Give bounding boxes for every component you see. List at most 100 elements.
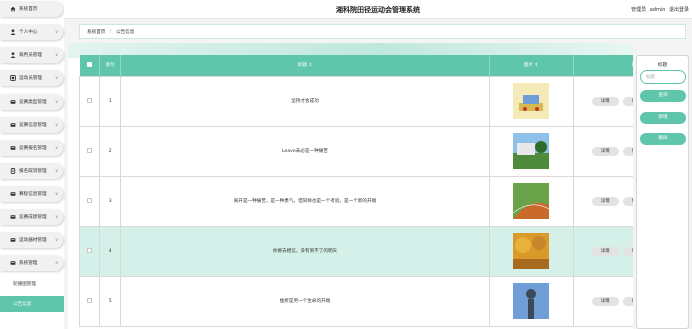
edit-button[interactable]: 修改 xyxy=(622,96,633,106)
breadcrumb-separator: ⋮ xyxy=(108,29,113,34)
column-header-title[interactable]: 标题 ⇕ xyxy=(120,55,490,76)
row-title: 离开是一种痛苦，是一种勇气，但同样也是一个考验，是一个新的开端 xyxy=(120,175,490,227)
sidebar-item-personal[interactable]: 个人中心 ∨ xyxy=(0,24,63,40)
detail-button[interactable]: 详情 xyxy=(591,96,619,106)
sidebar-item-score[interactable]: 竞赛成绩管理 ∨ xyxy=(0,209,63,225)
row-index: 3 xyxy=(99,175,122,227)
sidebar-item-schedule[interactable]: 赛程信息管理 ∨ xyxy=(0,186,63,202)
chevron-down-icon: ∨ xyxy=(55,237,59,243)
sidebar-item-event-info[interactable]: 竞赛信息管理 ∨ xyxy=(0,117,63,133)
search-panel: 标题 查询 新增 删除 xyxy=(636,55,689,329)
logout-link[interactable]: 退出登录 xyxy=(669,7,689,13)
schedule-icon xyxy=(9,191,16,197)
row-index: 2 xyxy=(99,125,122,177)
batch-delete-button[interactable]: 删除 xyxy=(640,133,686,145)
chevron-down-icon: ∨ xyxy=(55,29,59,35)
sidebar-subitem-carousel[interactable]: 轮播图管理 xyxy=(0,276,64,292)
row-title: Leave未必是一种痛苦 xyxy=(120,125,490,177)
edit-button[interactable]: 修改 xyxy=(622,196,633,206)
user-role: 管理员 xyxy=(631,7,647,13)
athlete-icon xyxy=(9,75,16,81)
chevron-down-icon: ∨ xyxy=(55,191,59,197)
row-checkbox[interactable] xyxy=(87,147,93,153)
event-type-icon xyxy=(9,99,16,105)
row-title: 坚持才会成功 xyxy=(120,75,490,127)
notice-image xyxy=(513,283,550,319)
sidebar-item-cancel[interactable]: 报名取消管理 ∨ xyxy=(0,163,63,179)
row-title: 挫折是另一个生命的开端 xyxy=(120,275,490,327)
notice-image xyxy=(513,233,550,269)
table-row: 5 挫折是另一个生命的开端 详情修改删除 xyxy=(78,275,633,327)
select-all-checkbox[interactable] xyxy=(86,61,92,67)
row-index: 5 xyxy=(99,275,122,327)
breadcrumb-current: 公告信息 xyxy=(115,29,135,35)
row-title: 你要去相信，没有到不了的明天 xyxy=(120,225,490,277)
sidebar-item-system[interactable]: 系统管理 ∧ xyxy=(0,255,63,271)
chevron-down-icon: ∨ xyxy=(55,75,59,81)
table-row: 3 离开是一种痛苦，是一种勇气，但同样也是一个考验，是一个新的开端 详情修改删除 xyxy=(78,175,633,227)
row-checkbox[interactable] xyxy=(87,197,93,203)
sidebar-item-event-type[interactable]: 竞赛类型管理 ∨ xyxy=(0,94,63,110)
main-panel: 索引 标题 ⇕ 图片 ⇕ 操作 1 坚持才会成功 详情修改删除 2 Leave未… xyxy=(68,43,633,329)
sidebar: 系统首页 个人中心 ∨ 裁判员管理 ∨ 运动员管理 ∨ 竞赛类型管理 ∨ 竞赛信… xyxy=(0,0,64,329)
detail-button[interactable]: 详情 xyxy=(591,146,619,156)
detail-button[interactable]: 详情 xyxy=(591,296,619,306)
event-info-icon xyxy=(9,122,16,128)
chevron-down-icon: ∨ xyxy=(55,122,59,128)
sidebar-item-equipment[interactable]: 运动器材管理 ∨ xyxy=(0,232,63,248)
table-row: 2 Leave未必是一种痛苦 详情修改删除 xyxy=(78,125,633,177)
table-header-row: 索引 标题 ⇕ 图片 ⇕ 操作 xyxy=(79,55,633,76)
table-row: 4 你要去相信，没有到不了的明天 详情修改删除 xyxy=(78,225,633,277)
chevron-down-icon: ∨ xyxy=(55,168,59,174)
detail-button[interactable]: 详情 xyxy=(591,246,619,256)
title-search-input[interactable] xyxy=(640,70,686,84)
sidebar-subitem-notice[interactable]: 公告信息 xyxy=(0,296,64,312)
select-all-cell xyxy=(79,55,101,76)
add-button[interactable]: 新增 xyxy=(640,112,686,124)
chevron-down-icon: ∨ xyxy=(55,52,59,58)
edit-button[interactable]: 修改 xyxy=(622,146,633,156)
app-title: 湘科院田径运动会管理系统 xyxy=(336,6,420,14)
notice-image xyxy=(513,83,550,119)
row-checkbox[interactable] xyxy=(87,297,93,303)
home-icon xyxy=(9,6,16,12)
signup-icon xyxy=(9,145,16,151)
settings-icon xyxy=(9,260,16,266)
row-actions: 详情修改删除 xyxy=(572,125,633,177)
table-row: 1 坚持才会成功 详情修改删除 xyxy=(78,75,633,127)
sidebar-item-referee[interactable]: 裁判员管理 ∨ xyxy=(0,47,63,63)
row-actions: 详情修改删除 xyxy=(572,175,633,227)
sidebar-item-signup[interactable]: 竞赛报名管理 ∨ xyxy=(0,140,63,156)
notice-table: 索引 标题 ⇕ 图片 ⇕ 操作 1 坚持才会成功 详情修改删除 2 Leave未… xyxy=(78,55,633,327)
chevron-down-icon: ∨ xyxy=(55,214,59,220)
notice-image xyxy=(513,183,550,219)
row-actions: 详情修改删除 xyxy=(572,275,633,327)
score-icon xyxy=(9,214,16,220)
row-checkbox[interactable] xyxy=(87,97,93,103)
detail-button[interactable]: 详情 xyxy=(591,196,619,206)
breadcrumb: 系统首页 ⋮ 公告信息 xyxy=(79,24,686,39)
search-button[interactable]: 查询 xyxy=(640,90,686,102)
row-index: 1 xyxy=(99,75,122,127)
row-index: 4 xyxy=(99,225,122,277)
chevron-down-icon: ∨ xyxy=(55,99,59,105)
equipment-icon xyxy=(9,237,16,243)
chevron-up-icon: ∧ xyxy=(55,260,59,266)
referee-icon xyxy=(9,52,16,58)
edit-button[interactable]: 修改 xyxy=(622,246,633,256)
user-icon xyxy=(9,29,16,35)
sidebar-item-home[interactable]: 系统首页 xyxy=(0,1,63,17)
search-panel-title: 标题 xyxy=(657,63,668,68)
row-actions: 详情修改删除 xyxy=(572,225,633,277)
column-header-actions: 操作 xyxy=(573,55,633,76)
cancel-icon xyxy=(9,168,16,174)
column-header-image[interactable]: 图片 ⇕ xyxy=(489,55,574,76)
chevron-down-icon: ∨ xyxy=(55,145,59,151)
sidebar-item-athlete[interactable]: 运动员管理 ∨ xyxy=(0,70,63,86)
user-name: admin xyxy=(649,7,666,13)
top-header: 湘科院田径运动会管理系统 管理员 admin 退出登录 xyxy=(64,0,692,19)
column-header-index: 索引 xyxy=(99,55,122,76)
row-checkbox[interactable] xyxy=(87,247,93,253)
breadcrumb-home[interactable]: 系统首页 xyxy=(87,29,105,35)
edit-button[interactable]: 修改 xyxy=(622,296,633,306)
